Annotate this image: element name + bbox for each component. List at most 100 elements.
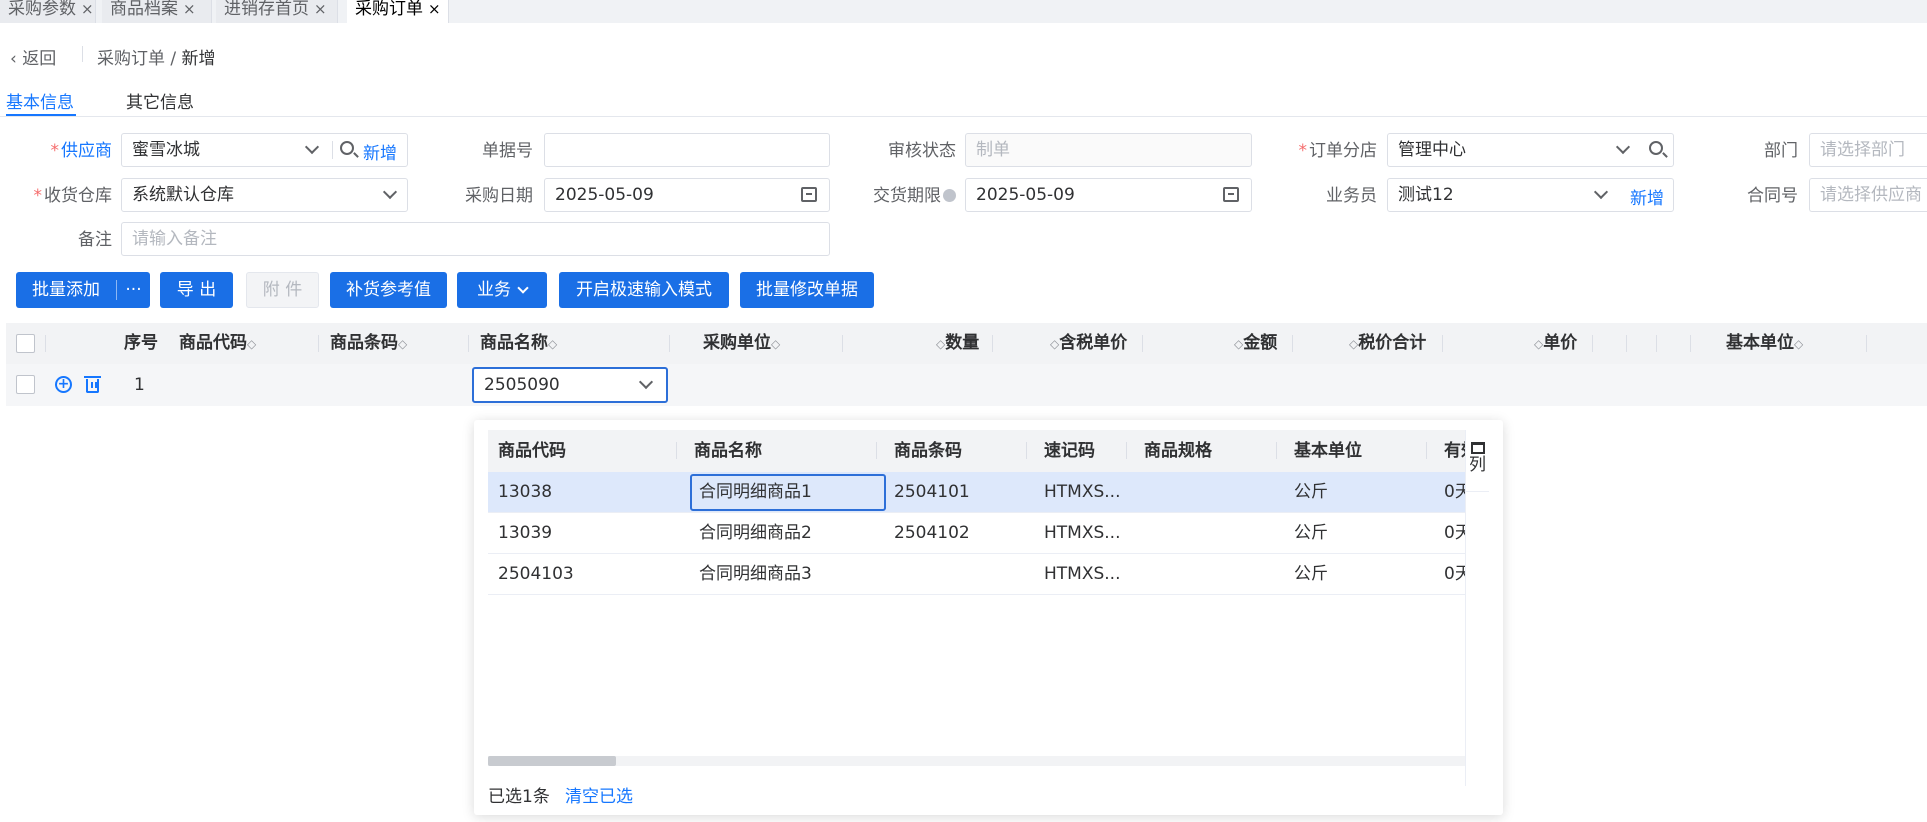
row-checkbox[interactable] bbox=[16, 375, 35, 394]
col-product-barcode[interactable]: 商品条码◇ bbox=[330, 323, 407, 364]
add-row-icon[interactable]: + bbox=[55, 376, 72, 393]
salesperson-label: 业务员 bbox=[1326, 186, 1377, 206]
dropdown-header: 商品代码 商品名称 商品条码 速记码 商品规格 基本单位 有效 bbox=[488, 430, 1465, 472]
back-link[interactable]: ‹ 返回 bbox=[10, 44, 56, 69]
col-amount[interactable]: ◇金额 bbox=[1234, 323, 1277, 364]
dd-col-barcode: 商品条码 bbox=[894, 441, 962, 461]
batch-modify-button[interactable]: 批量修改单据 bbox=[740, 272, 874, 308]
chevron-left-icon: ‹ bbox=[10, 49, 23, 69]
horizontal-scrollbar[interactable] bbox=[488, 756, 1465, 766]
calendar-icon[interactable] bbox=[801, 187, 817, 202]
breadcrumb: 采购订单 / 新增 bbox=[97, 49, 216, 69]
attachment-button[interactable]: 附 件 bbox=[246, 272, 319, 308]
column-settings-button[interactable]: 列 bbox=[1465, 430, 1489, 492]
tab-other-info[interactable]: 其它信息 bbox=[126, 88, 194, 113]
dd-col-shortcode: 速记码 bbox=[1044, 441, 1095, 461]
add-supplier-link[interactable]: 新增 bbox=[363, 139, 397, 164]
delivery-deadline-label: 交货期限 bbox=[850, 180, 956, 212]
close-icon[interactable]: × bbox=[81, 0, 94, 18]
tab-product-archive[interactable]: 商品档案 × bbox=[102, 0, 212, 23]
business-button[interactable]: 业务 bbox=[457, 272, 547, 308]
divider bbox=[332, 141, 333, 159]
warehouse-select[interactable]: 系统默认仓库 bbox=[121, 178, 408, 212]
breadcrumb-current: 新增 bbox=[181, 49, 216, 69]
sort-icon: ◇ bbox=[548, 337, 558, 351]
clear-selected-link[interactable]: 清空已选 bbox=[565, 782, 633, 807]
contract-no-select[interactable]: 请选择供应商 bbox=[1809, 178, 1927, 212]
col-unit-price[interactable]: ◇单价 bbox=[1534, 323, 1577, 364]
list-item[interactable]: 2504103 合同明细商品3 HTMXS... 公斤 0天 bbox=[488, 554, 1465, 595]
col-tax-incl-price[interactable]: ◇含税单价 bbox=[1050, 323, 1127, 364]
search-icon[interactable] bbox=[1649, 141, 1663, 155]
col-purchase-unit[interactable]: 采购单位◇ bbox=[703, 323, 780, 364]
info-icon[interactable] bbox=[943, 189, 956, 202]
dept-select[interactable]: 请选择部门 bbox=[1809, 133, 1927, 167]
tab-basic-info[interactable]: 基本信息 bbox=[6, 88, 74, 113]
sort-icon: ◇ bbox=[1050, 337, 1060, 351]
tab-purchase-params[interactable]: 采购参数 × bbox=[0, 0, 96, 23]
sort-icon: ◇ bbox=[398, 337, 408, 351]
breadcrumb-parent[interactable]: 采购订单 bbox=[97, 49, 165, 69]
purchase-date-label: 采购日期 bbox=[465, 186, 533, 206]
more-button[interactable]: ··· bbox=[117, 272, 150, 308]
delivery-deadline-input[interactable]: 2025-05-09 bbox=[965, 178, 1252, 212]
doc-no-input[interactable] bbox=[544, 133, 830, 167]
fast-input-mode-button[interactable]: 开启极速输入模式 bbox=[559, 272, 729, 308]
table-header: 序号 商品代码◇ 商品条码◇ 商品名称◇ 采购单位◇ ◇数量 ◇含税单价 ◇金额… bbox=[6, 323, 1927, 364]
export-button[interactable]: 导 出 bbox=[160, 272, 233, 308]
search-icon[interactable] bbox=[340, 141, 354, 155]
dd-col-code: 商品代码 bbox=[498, 441, 566, 461]
table-row: + 1 2505090 bbox=[6, 364, 1927, 406]
remark-label: 备注 bbox=[78, 230, 112, 250]
select-all-checkbox[interactable] bbox=[16, 334, 35, 353]
divider bbox=[82, 46, 83, 62]
audit-status-input: 制单 bbox=[965, 133, 1252, 167]
calendar-icon[interactable] bbox=[1223, 187, 1239, 202]
col-index: 序号 bbox=[124, 333, 158, 353]
close-icon[interactable]: × bbox=[183, 0, 196, 18]
close-icon[interactable]: × bbox=[314, 0, 327, 18]
sort-icon: ◇ bbox=[1349, 337, 1359, 351]
delete-row-icon[interactable] bbox=[84, 376, 101, 393]
tab-inventory-home[interactable]: 进销存首页 × bbox=[216, 0, 338, 23]
close-icon[interactable]: × bbox=[428, 0, 441, 18]
tab-purchase-order[interactable]: 采购订单 × bbox=[347, 0, 449, 23]
dept-label: 部门 bbox=[1764, 141, 1798, 161]
sort-icon: ◇ bbox=[936, 337, 946, 351]
supplier-label: * 供应商 bbox=[50, 141, 113, 161]
scrollbar-thumb[interactable] bbox=[488, 756, 616, 766]
col-tax-total[interactable]: ◇税价合计 bbox=[1349, 323, 1426, 364]
add-salesperson-link[interactable]: 新增 bbox=[1630, 184, 1664, 209]
doc-no-label: 单据号 bbox=[482, 141, 533, 161]
col-base-unit[interactable]: 基本单位◇ bbox=[1726, 323, 1803, 364]
remark-input[interactable]: 请输入备注 bbox=[121, 222, 830, 256]
tab-bar: 采购参数 × 商品档案 × 进销存首页 × 采购订单 × bbox=[0, 0, 1927, 23]
purchase-date-input[interactable]: 2025-05-09 bbox=[544, 178, 830, 212]
order-branch-select[interactable]: 管理中心 bbox=[1387, 133, 1674, 167]
warehouse-label: * 收货仓库 bbox=[33, 186, 113, 206]
dd-col-name: 商品名称 bbox=[694, 441, 762, 461]
product-dropdown: 商品代码 商品名称 商品条码 速记码 商品规格 基本单位 有效 列 13038 … bbox=[474, 420, 1503, 815]
dd-col-unit: 基本单位 bbox=[1294, 441, 1362, 461]
row-index: 1 bbox=[134, 375, 145, 395]
list-item[interactable]: 13039 合同明细商品2 2504102 HTMXS... 公斤 0天 bbox=[488, 513, 1465, 554]
order-branch-label: * 订单分店 bbox=[1298, 141, 1378, 161]
dd-col-valid: 有效 bbox=[1444, 441, 1465, 461]
replenish-reference-button[interactable]: 补货参考值 bbox=[330, 272, 447, 308]
divider bbox=[0, 116, 1927, 117]
product-name-input[interactable]: 2505090 bbox=[472, 367, 668, 403]
list-item[interactable]: 13038 合同明细商品1 2504101 HTMXS... 公斤 0天 bbox=[488, 472, 1465, 513]
col-product-name[interactable]: 商品名称◇ bbox=[480, 323, 557, 364]
columns-icon bbox=[1470, 442, 1485, 454]
sort-icon: ◇ bbox=[1794, 337, 1804, 351]
dd-col-spec: 商品规格 bbox=[1144, 441, 1212, 461]
chevron-down-icon bbox=[517, 282, 529, 294]
sort-icon: ◇ bbox=[1534, 337, 1544, 351]
contract-no-label: 合同号 bbox=[1747, 186, 1798, 206]
batch-add-button[interactable]: 批量添加 ··· bbox=[16, 272, 150, 308]
col-product-code[interactable]: 商品代码◇ bbox=[179, 323, 256, 364]
col-quantity[interactable]: ◇数量 bbox=[936, 323, 979, 364]
audit-status-label: 审核状态 bbox=[888, 141, 956, 161]
sort-icon: ◇ bbox=[771, 337, 781, 351]
sort-icon: ◇ bbox=[1234, 337, 1244, 351]
